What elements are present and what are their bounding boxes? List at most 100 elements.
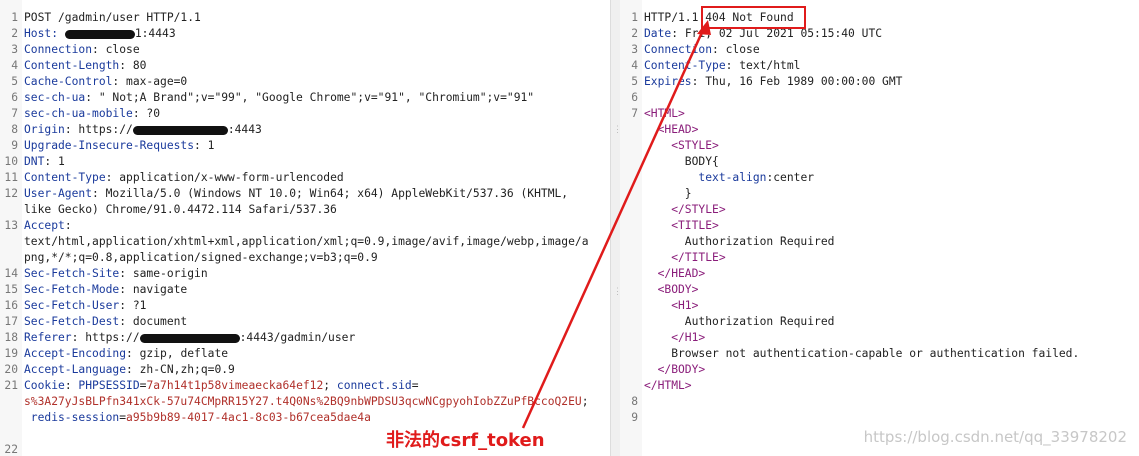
code-token: sec-ch-ua bbox=[24, 91, 86, 104]
request-line-text: text/html,application/xhtml+xml,applicat… bbox=[24, 234, 589, 250]
request-pane[interactable]: 1 POST /gadmin/user HTTP/1.1 2 Host: 1:4443… bbox=[0, 0, 610, 456]
code-token: Content-Type bbox=[24, 171, 106, 184]
code-token: BODY{ bbox=[644, 155, 719, 168]
request-line-text: s%3A27yJsBLPfn341xCk-57u74CMpRR15Y27.t4Q… bbox=[24, 394, 589, 410]
request-line-text: Accept-Encoding: gzip, deflate bbox=[24, 346, 228, 362]
code-token: :4443/gadmin/user bbox=[239, 331, 356, 344]
code-token: : 1 bbox=[194, 139, 215, 152]
line-number: 14 bbox=[4, 267, 18, 280]
code-token: 1:4443 bbox=[134, 27, 176, 40]
request-line-text: Cookie: PHPSESSID = 7a7h14t1p58vimeaecka64… bbox=[24, 378, 419, 394]
code-token: :4443 bbox=[227, 123, 262, 136]
request-line-text: sec-ch-ua: " Not;A Brand";v="99", "Googl… bbox=[24, 90, 534, 106]
redaction-mark bbox=[64, 29, 135, 39]
line-number: 10 bbox=[4, 155, 18, 168]
code-token: </H1> bbox=[644, 331, 706, 344]
request-line-text: png,*/*;q=0.8,application/signed-exchang… bbox=[24, 250, 378, 266]
line-number: 12 bbox=[4, 187, 18, 200]
response-line-text: Browser not authentication-capable or au… bbox=[644, 346, 1079, 362]
response-line-text: Expires: Thu, 16 Feb 1989 00:00:00 GMT bbox=[644, 74, 902, 90]
code-token: <HEAD> bbox=[644, 123, 699, 136]
response-line-text: </TITLE> bbox=[644, 250, 725, 266]
code-token: ; bbox=[581, 395, 589, 408]
request-line-text: Content-Length: 80 bbox=[24, 58, 146, 74]
code-token: Cache-Control bbox=[24, 75, 113, 88]
request-line-text: like Gecko) Chrome/91.0.4472.114 Safari/… bbox=[24, 202, 337, 218]
request-line-text: Origin: https://:4443 bbox=[24, 122, 262, 138]
code-token: Sec-Fetch-Dest bbox=[24, 315, 120, 328]
code-token: : navigate bbox=[119, 283, 188, 296]
line-number: 9 bbox=[11, 139, 18, 152]
redaction-mark bbox=[132, 125, 228, 135]
request-line-text: sec-ch-ua-mobile: ?0 bbox=[24, 106, 160, 122]
line-number: 18 bbox=[4, 331, 18, 344]
response-line-text: } bbox=[644, 186, 692, 202]
code-token: : gzip, deflate bbox=[126, 347, 229, 360]
code-token: a95b9b89-4017-4ac1-8c03-b67cea5dae4a bbox=[126, 411, 371, 424]
response-line-text: </HTML> bbox=[644, 378, 692, 394]
response-line-text: BODY{ bbox=[644, 154, 719, 170]
response-line-text: <HTML> bbox=[644, 106, 685, 122]
code-token: <HTML> bbox=[644, 107, 685, 120]
code-token: png,*/*;q=0.8,application/signed-exchang… bbox=[24, 251, 378, 264]
line-number: 9 bbox=[631, 411, 638, 424]
code-token: : bbox=[64, 379, 79, 392]
code-token: : close bbox=[712, 43, 760, 56]
line-number: 16 bbox=[4, 299, 18, 312]
line-number: 4 bbox=[11, 59, 18, 72]
response-pane[interactable]: 1 HTTP/1.1 404 Not Found 2 Date: Fri, 02 Ju… bbox=[620, 0, 1139, 456]
code-token: Host: bbox=[24, 27, 65, 40]
request-line-text: DNT: 1 bbox=[24, 154, 65, 170]
line-number: 5 bbox=[11, 75, 18, 88]
line-number: 8 bbox=[11, 123, 18, 136]
code-token: : ?0 bbox=[132, 107, 161, 120]
code-token: : " Not;A Brand";v="99", "Google Chrome"… bbox=[85, 91, 535, 104]
code-token: :center bbox=[766, 171, 815, 184]
response-line-text: Authorization Required bbox=[644, 314, 835, 330]
line-number: 6 bbox=[631, 91, 638, 104]
line-number: 6 bbox=[11, 91, 18, 104]
code-token: Authorization Required bbox=[644, 315, 835, 328]
code-token: sec-ch-ua-mobile bbox=[24, 107, 133, 120]
code-token: : max-age=0 bbox=[112, 75, 188, 88]
response-line-text: <STYLE> bbox=[644, 138, 719, 154]
code-token: : document bbox=[119, 315, 188, 328]
splitter-grip-icon: ⋮ bbox=[613, 287, 622, 297]
line-number: 3 bbox=[11, 43, 18, 56]
request-line-text: Sec-Fetch-Mode: navigate bbox=[24, 282, 187, 298]
code-token: Expires bbox=[644, 75, 692, 88]
line-number: 20 bbox=[4, 363, 18, 376]
code-token: </STYLE> bbox=[644, 203, 726, 216]
code-token: Browser not authentication-capable or au… bbox=[644, 347, 1080, 360]
line-number: 15 bbox=[4, 283, 18, 296]
code-token: : same-origin bbox=[119, 267, 208, 280]
code-token: <BODY> bbox=[644, 283, 699, 296]
line-number: 4 bbox=[631, 59, 638, 72]
line-number: 22 bbox=[4, 443, 18, 456]
request-line-text: Accept-Language: zh-CN,zh;q=0.9 bbox=[24, 362, 235, 378]
response-line-text: </BODY> bbox=[644, 362, 706, 378]
code-token: Authorization Required bbox=[644, 235, 835, 248]
code-token: s%3A27yJsBLPfn341xCk-57u74CMpRR15Y27.t4Q… bbox=[24, 395, 582, 408]
request-line-text: redis-session=a95b9b89-4017-4ac1-8c03-b6… bbox=[24, 410, 371, 426]
code-token: : Thu, 16 Feb 1989 00:00:00 GMT bbox=[691, 75, 903, 88]
code-token: : ?1 bbox=[119, 299, 147, 312]
line-number: 3 bbox=[631, 43, 638, 56]
code-token: Accept-Encoding bbox=[24, 347, 127, 360]
line-number: 7 bbox=[11, 107, 18, 120]
request-line-text: Content-Type: application/x-www-form-url… bbox=[24, 170, 344, 186]
request-line-text: Referer: https://:4443/gadmin/user bbox=[24, 330, 355, 346]
line-number: 2 bbox=[631, 27, 638, 40]
response-line-text: Content-Type: text/html bbox=[644, 58, 800, 74]
code-token: = bbox=[411, 379, 419, 392]
response-line-text: </H1> bbox=[644, 330, 705, 346]
code-token: 7a7h14t1p58vimeaecka64ef12 bbox=[146, 379, 324, 392]
code-token: : bbox=[64, 219, 72, 232]
line-number: 11 bbox=[4, 171, 18, 184]
code-token: : 80 bbox=[119, 59, 147, 72]
code-token: : https:// bbox=[71, 331, 140, 344]
code-token: : 1 bbox=[44, 155, 65, 168]
code-token: PHPSESSID bbox=[78, 379, 140, 392]
code-token: = bbox=[119, 411, 127, 424]
line-number: 21 bbox=[4, 379, 18, 392]
